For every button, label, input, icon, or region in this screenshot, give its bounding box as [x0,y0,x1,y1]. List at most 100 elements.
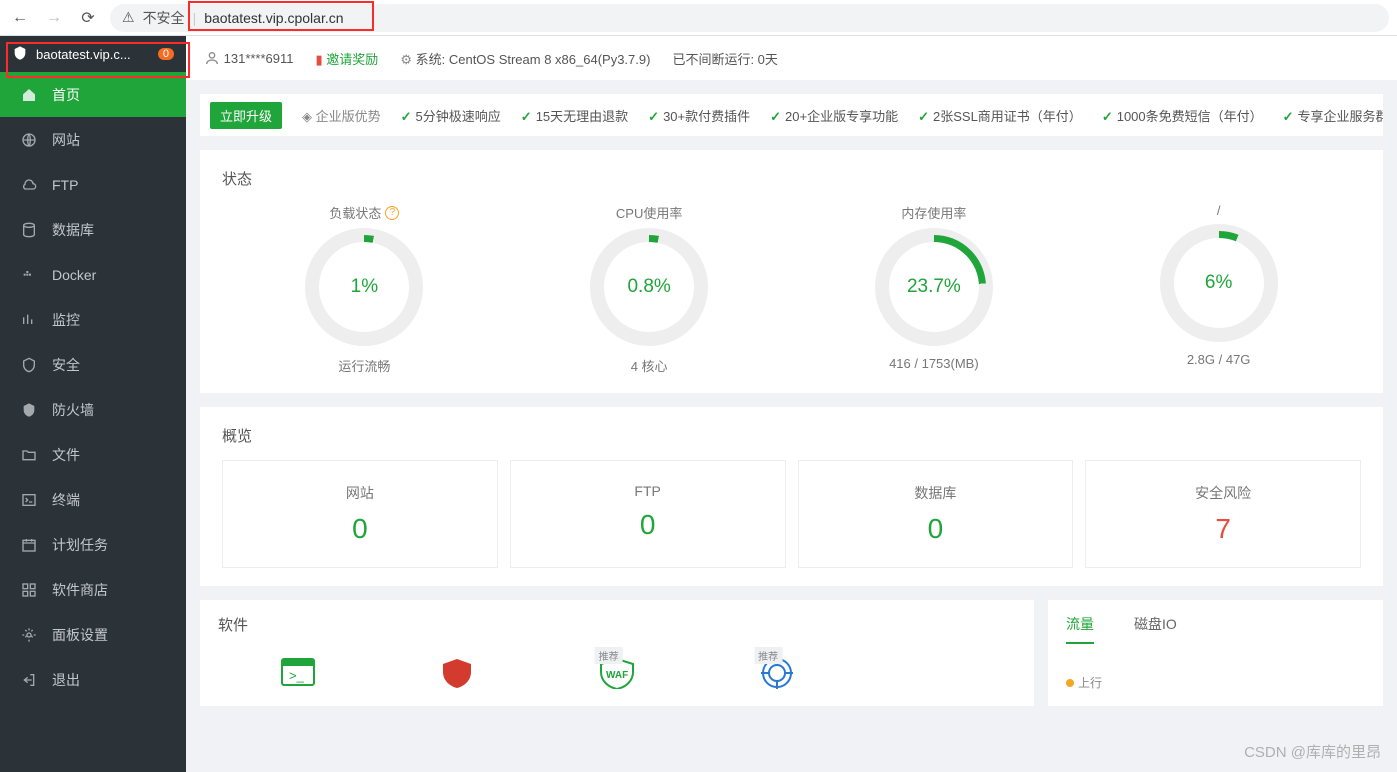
overview-label: 网站 [223,483,497,503]
firewall-icon [20,402,38,418]
promo-feature: 30+款付费插件 [648,106,750,125]
sidebar-item-firewall[interactable]: 防火墙 [0,387,186,432]
gauge-sub: 运行流畅 [305,356,423,375]
sidebar-item-logout[interactable]: 退出 [0,657,186,702]
logout-icon [20,672,38,688]
system-info: ⚙ 系统: CentOS Stream 8 x86_64(Py3.7.9) [400,49,650,68]
promo-feature: 15天无理由退款 [521,106,628,125]
software-item[interactable]: 推荐 WAF [537,647,697,692]
sidebar: baotatest.vip.c... 0 首页 网站 FTP 数据库 Docke… [0,36,186,772]
gauge-sub: 2.8G / 47G [1160,352,1278,367]
url-text: baotatest.vip.cpolar.cn [204,10,343,26]
address-bar[interactable]: ⚠ 不安全 | baotatest.vip.cpolar.cn [110,4,1389,32]
sidebar-item-monitor[interactable]: 监控 [0,297,186,342]
overview-item[interactable]: 网站0 [222,460,498,568]
gauge-sub: 4 核心 [590,356,708,375]
globe-icon [20,132,38,148]
status-card: 状态 负载状态? 1% 运行流畅CPU使用率 0.8% 4 核心内存使用率 23… [200,150,1383,393]
brand-title: baotatest.vip.c... [36,47,150,62]
status-title: 状态 [222,168,1361,189]
gauge-value: 0.8% [627,276,670,298]
sidebar-item-website[interactable]: 网站 [0,117,186,162]
main-content: 131****6911 ▮ 邀请奖励 ⚙ 系统: CentOS Stream 8… [186,36,1397,772]
gauge-value: 6% [1205,272,1232,294]
chart-icon [20,312,38,328]
gauge-ring: 23.7% [875,228,993,346]
sidebar-item-cron[interactable]: 计划任务 [0,522,186,567]
enterprise-link[interactable]: ◈ 企业版优势 [302,106,381,125]
insecure-label: 不安全 [143,8,185,28]
promo-feature: 5分钟极速响应 [401,106,501,125]
gauge-ring: 6% [1160,224,1278,342]
software-item[interactable] [856,647,1016,692]
sidebar-item-label: 防火墙 [52,400,94,420]
software-title: 软件 [218,614,1016,635]
gauge-head: / [1160,203,1278,218]
overview-item[interactable]: 安全风险 7 [1085,460,1361,568]
sidebar-item-files[interactable]: 文件 [0,432,186,477]
software-card: 软件 >_ 推荐 WAF 推荐 [200,600,1034,706]
overview-label: 数据库 [799,483,1073,503]
gauge: / 6% 2.8G / 47G [1160,203,1278,375]
gauge-sub: 416 / 1753(MB) [875,356,993,371]
database-icon [20,222,38,238]
shield-app-icon [437,655,477,689]
sidebar-item-label: 安全 [52,355,80,375]
sidebar-item-label: 网站 [52,130,80,150]
gauge-value: 1% [351,276,378,298]
nav-forward-icon[interactable]: → [42,9,66,27]
gauge: CPU使用率 0.8% 4 核心 [590,203,708,375]
insecure-icon: ⚠ [122,9,135,26]
sidebar-item-label: 监控 [52,310,80,330]
tab-diskio[interactable]: 磁盘IO [1134,614,1177,644]
cloud-icon [20,177,38,193]
sidebar-item-label: 文件 [52,445,80,465]
folder-icon [20,447,38,463]
docker-icon [20,267,38,283]
invite-link[interactable]: ▮ 邀请奖励 [316,49,379,68]
overview-item[interactable]: FTP0 [510,460,786,568]
sidebar-item-home[interactable]: 首页 [0,72,186,117]
upgrade-button[interactable]: 立即升级 [210,102,282,129]
overview-value: 0 [511,509,785,541]
software-item[interactable] [378,647,538,692]
sidebar-item-label: 退出 [52,670,80,690]
shield-icon [20,357,38,373]
traffic-legend: 上行 [1066,674,1365,691]
tab-traffic[interactable]: 流量 [1066,614,1094,644]
help-icon[interactable]: ? [385,206,399,220]
sidebar-item-label: 数据库 [52,220,94,240]
recommend-tag: 推荐 [754,647,782,664]
sidebar-item-label: FTP [52,177,78,193]
nav-back-icon[interactable]: ← [8,9,32,27]
sidebar-item-docker[interactable]: Docker [0,252,186,297]
overview-item[interactable]: 数据库0 [798,460,1074,568]
sidebar-item-appstore[interactable]: 软件商店 [0,567,186,612]
sidebar-item-ftp[interactable]: FTP [0,162,186,207]
overview-value: 7 [1086,513,1360,545]
overview-title: 概览 [222,425,1361,446]
nav-reload-icon[interactable]: ⟳ [76,8,100,28]
overview-label: 安全风险 [1086,483,1360,503]
sidebar-item-label: 首页 [52,85,80,105]
home-icon [20,87,38,103]
software-item[interactable]: >_ [218,647,378,692]
grid-icon [20,582,38,598]
promo-bar: 立即升级 ◈ 企业版优势 5分钟极速响应 15天无理由退款 30+款付费插件 2… [200,94,1383,136]
svg-text:WAF: WAF [606,670,628,681]
user-chip[interactable]: 131****6911 [204,50,294,66]
user-phone: 131****6911 [224,51,294,66]
sidebar-item-settings[interactable]: 面板设置 [0,612,186,657]
sidebar-item-label: 面板设置 [52,625,108,645]
gauge-head: 负载状态? [305,203,423,222]
gear-icon [20,627,38,643]
sidebar-item-terminal[interactable]: 终端 [0,477,186,522]
calendar-icon [20,537,38,553]
gauge-ring: 0.8% [590,228,708,346]
watermark-text: CSDN @库库的里昂 [1244,741,1381,762]
gauge: 负载状态? 1% 运行流畅 [305,203,423,375]
terminal-app-icon: >_ [278,655,318,689]
software-item[interactable]: 推荐 [697,647,857,692]
sidebar-item-security[interactable]: 安全 [0,342,186,387]
sidebar-item-database[interactable]: 数据库 [0,207,186,252]
